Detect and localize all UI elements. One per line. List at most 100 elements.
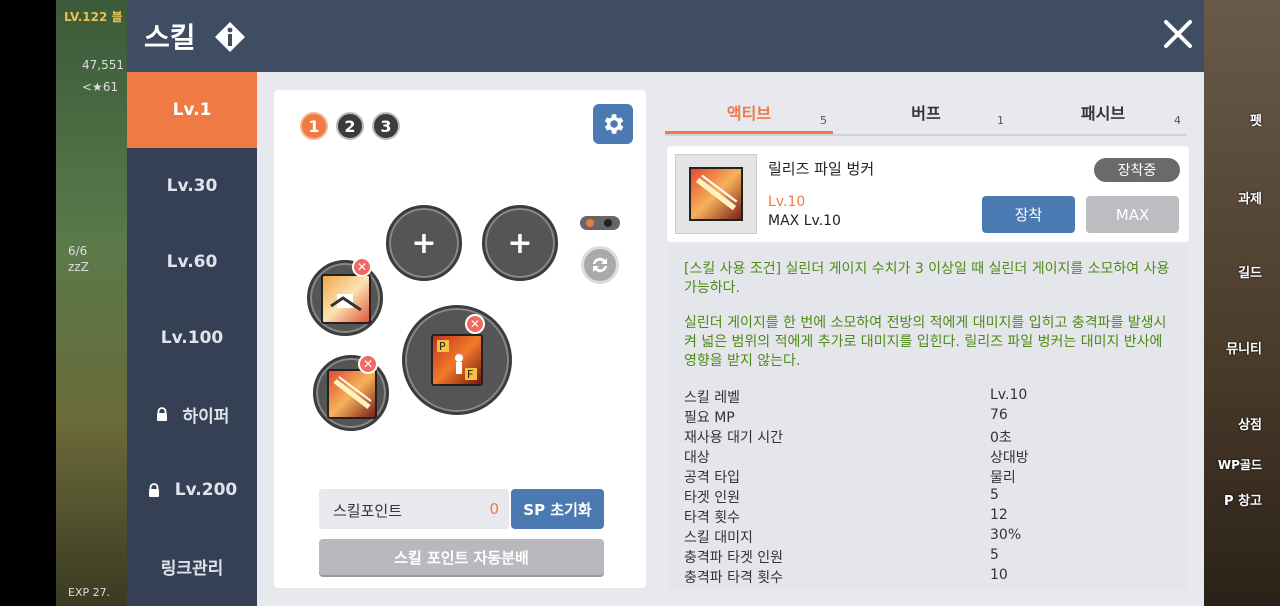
tab-active[interactable]: 액티브 5 xyxy=(665,90,833,134)
count-text: 6/6 xyxy=(68,244,88,258)
info-icon[interactable] xyxy=(213,20,247,54)
swap-button[interactable] xyxy=(581,246,619,284)
skill-point-display: 스킬포인트 0 xyxy=(319,489,509,529)
skill-point-label: 스킬포인트 xyxy=(333,502,403,520)
bg-menu-storage[interactable]: P 창고 xyxy=(1224,490,1262,509)
empty-slot-2[interactable]: + xyxy=(482,205,558,281)
svg-text:P: P xyxy=(439,340,446,353)
skill-icon xyxy=(321,274,371,324)
stat-key: 필요 MP xyxy=(684,410,735,426)
gear-icon xyxy=(604,114,624,134)
stat-value: 12 xyxy=(990,507,1008,523)
preset-2-button[interactable]: 2 xyxy=(336,112,364,140)
stat-row: 스킬 대미지 30% xyxy=(684,527,1174,547)
skill-condition-text: [스킬 사용 조건] 실린더 게이지 수치가 3 이상일 때 실린더 게이지를 … xyxy=(684,261,1170,296)
lock-icon xyxy=(148,483,159,497)
stat-row: 충격파 타겟 인원 5 xyxy=(684,547,1174,567)
skill-max-level: MAX Lv.10 xyxy=(768,213,841,229)
sidebar-item-hyper[interactable]: 하이퍼 xyxy=(127,376,257,452)
stat-value: 상대방 xyxy=(990,450,1029,466)
stat-key: 재사용 대기 시간 xyxy=(684,430,784,446)
tab-label: 액티브 xyxy=(726,104,772,123)
skill-card-icon xyxy=(675,154,757,234)
tab-buff[interactable]: 버프 1 xyxy=(842,90,1010,134)
stat-key: 충격파 타겟 인원 xyxy=(684,550,784,566)
bg-menu-community[interactable]: 뮤니티 xyxy=(1226,338,1262,357)
tab-count: 1 xyxy=(997,114,1004,127)
sidebar-item-lv60[interactable]: Lv.60 xyxy=(127,224,257,300)
tab-passive[interactable]: 패시브 4 xyxy=(1019,90,1187,134)
settings-button[interactable] xyxy=(593,104,633,144)
skill-slot-c[interactable]: ✕ xyxy=(313,354,389,431)
sidebar-item-label: Lv.1 xyxy=(172,100,212,120)
combat-power: 47,551 xyxy=(82,58,124,72)
stat-row: 재사용 대기 시간 0초 xyxy=(684,427,1174,447)
skill-stats-table: 스킬 레벨 Lv.10 필요 MP 76 재사용 대기 시간 0초 대상 상대방 공격 … xyxy=(684,387,1174,587)
equip-button[interactable]: 장착 xyxy=(982,196,1075,233)
stat-key: 공격 타입 xyxy=(684,470,740,486)
preset-1-button[interactable]: 1 xyxy=(300,112,328,140)
preset-3-button[interactable]: 3 xyxy=(372,112,400,140)
skill-point-value: 0 xyxy=(489,500,499,518)
skill-slot-main[interactable]: P F ✕ xyxy=(402,305,512,415)
remove-skill-icon[interactable]: ✕ xyxy=(352,257,372,277)
stat-row: 공격 타입 물리 xyxy=(684,467,1174,487)
max-button[interactable]: MAX xyxy=(1086,196,1179,233)
level-sidebar: Lv.1 Lv.30 Lv.60 Lv.100 하이퍼 Lv.200 링크관리 xyxy=(127,72,257,606)
bg-menu-task[interactable]: 과제 xyxy=(1238,188,1262,207)
sp-reset-button[interactable]: SP 초기화 xyxy=(511,489,604,529)
skill-icon xyxy=(689,167,743,221)
lock-icon xyxy=(156,407,167,421)
stat-key: 타격 횟수 xyxy=(684,510,740,526)
skill-effect-text: 실린더 게이지를 한 번에 소모하여 전방의 적에게 대미지를 입히고 충격파를… xyxy=(684,315,1167,369)
stat-row: 대상 상대방 xyxy=(684,447,1174,467)
stat-row: 스킬 레벨 Lv.10 xyxy=(684,387,1174,407)
stat-row: 타겟 인원 5 xyxy=(684,487,1174,507)
empty-slot-1[interactable]: + xyxy=(386,205,462,281)
plus-icon: + xyxy=(507,225,533,261)
remove-skill-icon[interactable]: ✕ xyxy=(465,314,485,334)
sleep-text: zzZ xyxy=(68,260,89,274)
stat-value: 5 xyxy=(990,487,999,503)
stat-row: 필요 MP 76 xyxy=(684,407,1174,427)
bg-menu-gold[interactable]: WP골드 xyxy=(1218,456,1262,473)
stat-value: 10 xyxy=(990,567,1008,583)
tab-count: 4 xyxy=(1174,114,1181,127)
close-icon[interactable] xyxy=(1158,14,1198,54)
background-left xyxy=(0,0,56,606)
stat-key: 스킬 대미지 xyxy=(684,530,753,546)
slot-page-toggle[interactable] xyxy=(580,216,620,230)
sidebar-item-link-manage[interactable]: 링크관리 xyxy=(127,528,257,604)
skill-icon xyxy=(327,369,377,419)
bg-menu-guild[interactable]: 길드 xyxy=(1238,262,1262,281)
background-right-menu: 펫 과제 길드 뮤니티 상점 WP골드 P 창고 xyxy=(1204,0,1280,606)
dialog-title: 스킬 xyxy=(144,21,196,54)
stat-key: 충격파 타격 횟수 xyxy=(684,570,784,586)
skill-slot-a[interactable]: ✕ xyxy=(307,257,383,336)
sidebar-item-lv1[interactable]: Lv.1 xyxy=(127,72,257,148)
stat-value: 30% xyxy=(990,527,1022,543)
auto-distribute-button[interactable]: 스킬 포인트 자동분배 xyxy=(319,539,604,575)
skill-description: [스킬 사용 조건] 실린더 게이지 수치가 3 이상일 때 실린더 게이지를 … xyxy=(667,244,1189,590)
stat-row: 충격파 타격 횟수 10 xyxy=(684,567,1174,587)
skill-type-tabs: 액티브 5 버프 1 패시브 4 xyxy=(665,90,1187,136)
sidebar-item-label: Lv.60 xyxy=(166,252,218,272)
remove-skill-icon[interactable]: ✕ xyxy=(358,354,378,374)
stat-value: 물리 xyxy=(990,470,1016,486)
sidebar-item-lv200[interactable]: Lv.200 xyxy=(127,452,257,528)
svg-text:F: F xyxy=(467,368,473,381)
skill-name: 릴리즈 파일 벙커 xyxy=(768,160,875,178)
sidebar-item-lv100[interactable]: Lv.100 xyxy=(127,300,257,376)
sidebar-item-label: Lv.30 xyxy=(166,176,218,196)
bg-menu-pet[interactable]: 펫 xyxy=(1250,110,1262,129)
refresh-icon xyxy=(593,257,607,273)
skill-card[interactable]: 릴리즈 파일 벙커 Lv.10 MAX Lv.10 장착중 장착 MAX xyxy=(667,146,1189,242)
tab-label: 패시브 xyxy=(1080,104,1126,123)
sidebar-item-label: 하이퍼 xyxy=(182,406,230,427)
sidebar-item-lv30[interactable]: Lv.30 xyxy=(127,148,257,224)
skill-slot-panel: 1 2 3 + + ✕ P F ✕ ✕ 스킬포인트 0 SP 초기화 스킬 포인트… xyxy=(274,90,646,588)
bg-menu-shop[interactable]: 상점 xyxy=(1238,414,1262,433)
skill-dialog: 스킬 Lv.1 Lv.30 Lv.60 Lv.100 하이퍼 Lv.200 링크… xyxy=(127,0,1204,606)
tab-label: 버프 xyxy=(911,104,941,123)
stat-row: 타격 횟수 12 xyxy=(684,507,1174,527)
